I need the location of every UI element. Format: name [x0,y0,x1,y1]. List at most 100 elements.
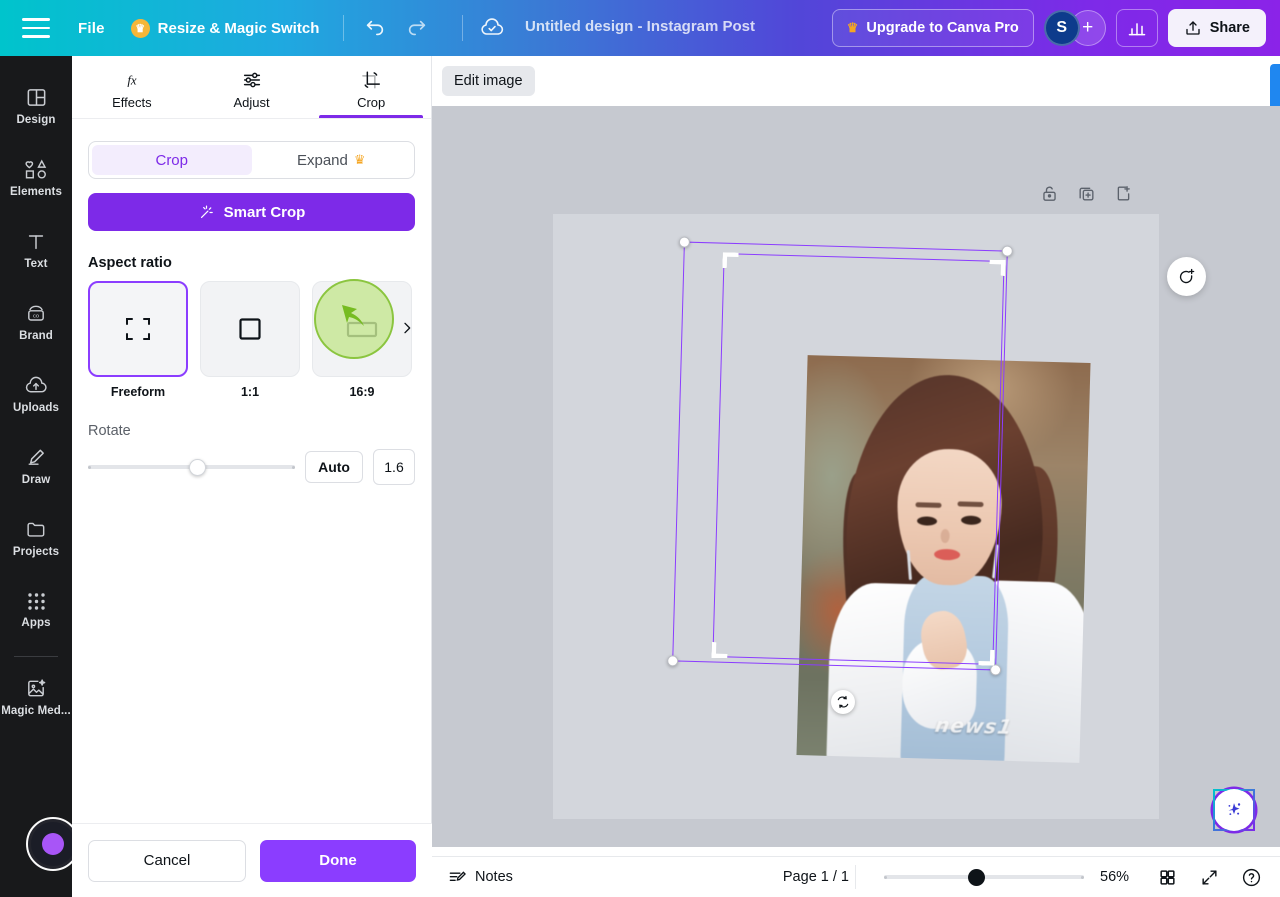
zoom-slider-knob[interactable] [968,868,985,886]
resize-label: Resize & Magic Switch [157,19,320,37]
magic-wand-icon [200,205,213,218]
sidebar-item-projects[interactable]: Projects [0,502,72,574]
sidebar-item-draw[interactable]: Draw [0,430,72,502]
tab-crop[interactable]: Crop [311,56,431,118]
topbar-right-group: ♛ Upgrade to Canva Pro S + Share [831,9,1280,47]
left-rail: Design Elements Text co Brand Uploads Dr… [0,56,80,897]
pen-draw-icon [28,449,44,465]
upgrade-to-pro-button[interactable]: ♛ Upgrade to Canva Pro [831,9,1034,47]
resize-magic-switch-button[interactable]: ♛ Resize & Magic Switch [130,18,320,38]
grid-view-icon[interactable] [1154,864,1180,890]
aspect-ratio-1-1[interactable]: 1:1 [200,281,300,399]
page-indicator[interactable]: Page 1 / 1 [783,869,849,885]
sidebar-item-label: Uploads [12,402,60,414]
canvas-area[interactable]: news1 + Add page [432,106,1280,847]
tab-effects[interactable]: fx Effects [72,56,192,118]
aspect-ratio-title: Aspect ratio [88,255,172,271]
square-icon [239,318,261,340]
sidebar-item-uploads[interactable]: Uploads [0,358,72,430]
share-button[interactable]: Share [1167,9,1266,47]
sidebar-item-design[interactable]: Design [0,70,72,142]
add-page-icon[interactable] [1114,184,1133,208]
sidebar-item-elements[interactable]: Elements [0,142,72,214]
crop-rotate-icon [362,70,381,89]
edit-image-button[interactable]: Edit image [442,66,535,96]
smart-crop-button[interactable]: Smart Crop [88,193,415,231]
zoom-slider[interactable] [884,868,1084,886]
aspect-ratio-thumb[interactable] [88,281,188,377]
sliders-icon [243,72,260,87]
eyebrow-right [957,501,984,508]
account-group: S + [1043,10,1106,46]
text-t-icon [28,234,44,249]
undo-icon[interactable] [354,7,396,49]
page-tools [1040,184,1133,208]
sidebar-item-label: Magic Med... [1,705,71,717]
design-page[interactable]: news1 [553,214,1159,819]
zoom-tick-max [1081,875,1084,879]
canva-editor: File ♛ Resize & Magic Switch Untitled de… [0,0,1280,897]
crop-expand-segment: Crop Expand ♛ [88,141,415,179]
hamburger-icon[interactable] [22,18,50,38]
notes-icon [449,870,466,881]
rotate-value-input[interactable]: 1.6 [373,449,415,485]
notes-button[interactable]: Notes [448,868,513,887]
cloud-saved-icon[interactable] [471,7,513,49]
cancel-button[interactable]: Cancel [88,839,246,882]
aspect-ratio-freeform[interactable]: Freeform [88,281,188,399]
brand-kit-icon: co [28,305,44,321]
aspect-ratio-thumb[interactable] [200,281,300,377]
rotate-slider-knob[interactable] [189,458,207,476]
tab-label: Adjust [233,94,270,110]
done-button[interactable]: Done [260,839,416,882]
segment-expand-label: Expand [296,151,348,169]
sidebar-item-apps[interactable]: Apps [0,574,72,646]
scroll-indicator[interactable] [1270,64,1280,112]
lips [933,548,961,561]
sidebar-item-brand[interactable]: co Brand [0,286,72,358]
image-watermark: news1 [933,712,1015,739]
bottom-bar: Notes Page 1 / 1 56% [432,856,1280,897]
sidebar-item-label: Projects [12,546,60,558]
tab-adjust[interactable]: Adjust [192,56,312,118]
help-question-icon[interactable] [1238,864,1264,890]
toolbar-divider-2 [462,15,464,41]
rotate-auto-button[interactable]: Auto [305,451,363,483]
sidebar-item-label: Elements [10,186,62,198]
magic-fab-button[interactable] [1213,789,1255,831]
rotate-handle-icon[interactable] [831,690,855,714]
tab-active-underline [319,115,424,118]
add-comment-icon[interactable] [1167,257,1206,296]
notes-label: Notes [475,869,513,885]
avatar[interactable]: S [1043,10,1080,46]
upload-cloud-icon [25,376,47,393]
rotate-title: Rotate [88,423,131,439]
aspect-ratio-label: Freeform [110,385,166,399]
sidebar-item-label: Brand [19,330,53,342]
crown-icon: ♛ [130,18,150,38]
rotate-tick-min [88,465,91,469]
sidebar-item-text[interactable]: Text [0,214,72,286]
svg-text:fx: fx [127,73,137,87]
redo-icon[interactable] [396,7,438,49]
chevron-right-icon[interactable] [393,314,415,342]
duplicate-page-icon[interactable] [1077,184,1096,208]
aspect-ratio-list: Freeform 1:1 16:9 [88,281,415,399]
shapes-icon [24,159,46,179]
toolbar-divider [343,15,345,41]
eye-left [916,516,938,526]
folder-icon [27,522,45,537]
lock-icon[interactable] [1040,184,1059,208]
rotate-slider[interactable] [88,456,296,478]
bar-chart-icon[interactable] [1115,9,1158,47]
segment-expand-button[interactable]: Expand ♛ [252,145,412,175]
expand-fullscreen-icon[interactable] [1196,864,1222,890]
eye-right [960,515,982,526]
rotate-tick-max [292,465,296,469]
sidebar-item-magic-media[interactable]: Magic Med... [0,661,72,733]
file-menu-button[interactable]: File [78,20,105,37]
sidebar-item-label: Apps [21,617,51,629]
wide-rect-icon [346,321,378,338]
fx-icon: fx [127,73,137,87]
segment-crop-button[interactable]: Crop [92,145,252,175]
